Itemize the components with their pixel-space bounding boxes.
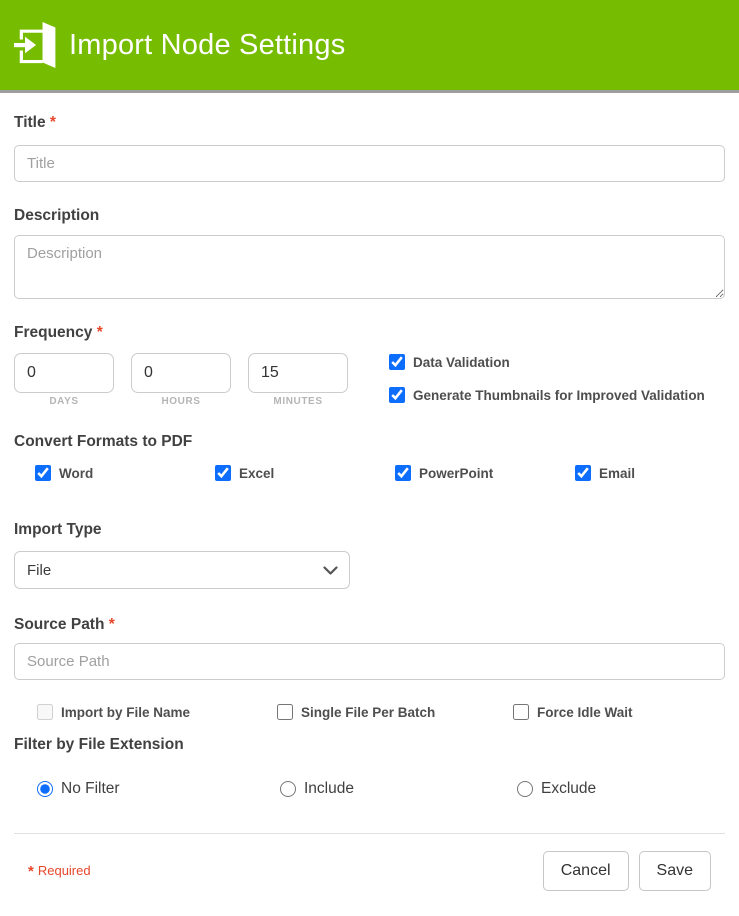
days-input[interactable] bbox=[14, 353, 114, 393]
filter-by-extension-label: Filter by File Extension bbox=[14, 736, 725, 754]
checkbox-label: Force Idle Wait bbox=[537, 705, 633, 720]
import-by-file-name-checkbox-input bbox=[37, 704, 53, 720]
checkbox-label: Generate Thumbnails for Improved Validat… bbox=[413, 388, 705, 403]
word-checkbox-input[interactable] bbox=[35, 465, 51, 481]
minutes-unit-label: MINUTES bbox=[248, 396, 348, 407]
frequency-row: DAYS HOURS MINUTES Data Validation Gener… bbox=[14, 353, 725, 407]
radio-label: No Filter bbox=[61, 780, 120, 798]
email-checkbox-input[interactable] bbox=[575, 465, 591, 481]
title-input[interactable] bbox=[14, 145, 725, 182]
powerpoint-checkbox[interactable]: PowerPoint bbox=[395, 465, 575, 481]
no-filter-radio-input[interactable] bbox=[37, 781, 53, 797]
checkbox-label: PowerPoint bbox=[419, 466, 493, 481]
description-textarea[interactable] bbox=[14, 235, 725, 299]
source-path-input[interactable] bbox=[14, 643, 725, 680]
radio-label: Include bbox=[304, 780, 354, 798]
filter-radio-row: No Filter Include Exclude bbox=[37, 780, 725, 798]
checkbox-label: Import by File Name bbox=[61, 705, 190, 720]
cancel-button[interactable]: Cancel bbox=[543, 851, 629, 891]
force-idle-wait-checkbox-input[interactable] bbox=[513, 704, 529, 720]
import-type-label: Import Type bbox=[14, 521, 725, 539]
import-node-settings-dialog: Import Node Settings Title * Description… bbox=[0, 0, 739, 916]
import-door-icon bbox=[14, 20, 60, 70]
checkbox-label: Excel bbox=[239, 466, 274, 481]
save-button[interactable]: Save bbox=[639, 851, 711, 891]
import-type-select[interactable]: File bbox=[14, 551, 350, 589]
frequency-days: DAYS bbox=[14, 353, 114, 407]
exclude-radio[interactable]: Exclude bbox=[517, 780, 596, 798]
days-unit-label: DAYS bbox=[14, 396, 114, 407]
dialog-body: Title * Description Frequency * DAYS HOU… bbox=[0, 114, 739, 891]
required-asterisk: * bbox=[97, 324, 103, 341]
generate-thumbnails-checkbox-input[interactable] bbox=[389, 387, 405, 403]
email-checkbox[interactable]: Email bbox=[575, 465, 635, 481]
file-options-row: Import by File Name Single File Per Batc… bbox=[37, 704, 725, 720]
frequency-minutes: MINUTES bbox=[248, 353, 348, 407]
required-asterisk: * bbox=[28, 863, 34, 880]
exclude-radio-input[interactable] bbox=[517, 781, 533, 797]
data-validation-checkbox[interactable]: Data Validation bbox=[389, 354, 705, 370]
hours-input[interactable] bbox=[131, 353, 231, 393]
dialog-header: Import Node Settings bbox=[0, 0, 739, 93]
minutes-input[interactable] bbox=[248, 353, 348, 393]
data-validation-checkbox-input[interactable] bbox=[389, 354, 405, 370]
excel-checkbox[interactable]: Excel bbox=[215, 465, 395, 481]
required-note: *Required bbox=[28, 863, 91, 880]
force-idle-wait-checkbox[interactable]: Force Idle Wait bbox=[513, 704, 633, 720]
include-radio-input[interactable] bbox=[280, 781, 296, 797]
powerpoint-checkbox-input[interactable] bbox=[395, 465, 411, 481]
required-asterisk: * bbox=[109, 616, 115, 633]
dialog-footer: *Required Cancel Save bbox=[14, 833, 725, 891]
frequency-hours: HOURS bbox=[131, 353, 231, 407]
convert-formats-row: Word Excel PowerPoint Email bbox=[35, 465, 725, 481]
frequency-label: Frequency * bbox=[14, 324, 725, 342]
hours-unit-label: HOURS bbox=[131, 396, 231, 407]
include-radio[interactable]: Include bbox=[280, 780, 517, 798]
import-type-select-wrap: File bbox=[14, 551, 350, 589]
footer-buttons: Cancel Save bbox=[543, 851, 711, 891]
source-path-label: Source Path * bbox=[14, 616, 725, 634]
word-checkbox[interactable]: Word bbox=[35, 465, 215, 481]
single-file-per-batch-checkbox[interactable]: Single File Per Batch bbox=[277, 704, 513, 720]
single-file-per-batch-checkbox-input[interactable] bbox=[277, 704, 293, 720]
title-label: Title * bbox=[14, 114, 725, 132]
no-filter-radio[interactable]: No Filter bbox=[37, 780, 280, 798]
required-asterisk: * bbox=[50, 114, 56, 131]
description-label: Description bbox=[14, 207, 725, 225]
checkbox-label: Single File Per Batch bbox=[301, 705, 435, 720]
checkbox-label: Email bbox=[599, 466, 635, 481]
convert-formats-label: Convert Formats to PDF bbox=[14, 433, 725, 451]
radio-label: Exclude bbox=[541, 780, 596, 798]
generate-thumbnails-checkbox[interactable]: Generate Thumbnails for Improved Validat… bbox=[389, 387, 705, 403]
checkbox-label: Data Validation bbox=[413, 355, 510, 370]
validation-options: Data Validation Generate Thumbnails for … bbox=[389, 353, 705, 407]
excel-checkbox-input[interactable] bbox=[215, 465, 231, 481]
import-by-file-name-checkbox: Import by File Name bbox=[37, 704, 277, 720]
dialog-title: Import Node Settings bbox=[69, 29, 345, 62]
checkbox-label: Word bbox=[59, 466, 93, 481]
